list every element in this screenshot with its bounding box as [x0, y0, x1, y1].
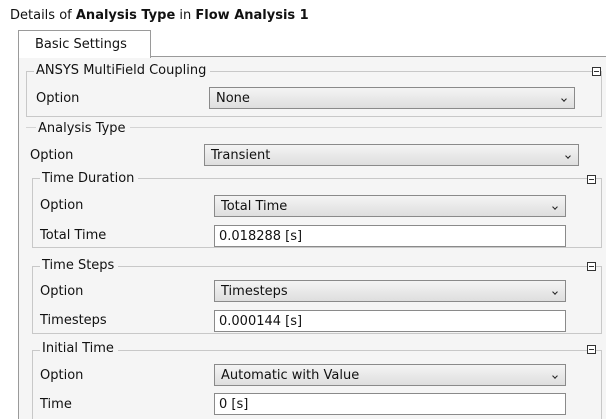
chevron-down-icon: [561, 96, 567, 102]
multifield-option-label: Option: [36, 91, 80, 106]
time-steps-title: Time Steps: [40, 258, 119, 273]
details-header: Details of Analysis Type in Flow Analysi…: [10, 8, 309, 23]
chevron-down-icon: [552, 289, 558, 295]
initial-time-option-select[interactable]: Automatic with Value: [214, 364, 566, 386]
chevron-down-icon: [552, 204, 558, 210]
total-time-value: 0.018288 [s]: [219, 229, 303, 244]
initial-time-title: Initial Time: [40, 341, 118, 356]
time-steps-option-value: Timesteps: [221, 284, 288, 299]
header-object: Analysis Type: [75, 8, 176, 23]
analysis-type-title: Analysis Type: [36, 121, 130, 136]
tab-basic-settings-label: Basic Settings: [35, 37, 127, 52]
time-steps-option-label: Option: [40, 284, 84, 299]
time-input[interactable]: 0 [s]: [214, 393, 566, 415]
time-value: 0 [s]: [219, 397, 249, 412]
collapse-icon[interactable]: [587, 345, 596, 354]
timesteps-value: 0.000144 [s]: [219, 314, 303, 329]
multifield-group-title: ANSYS MultiField Coupling: [34, 63, 211, 78]
collapse-icon[interactable]: [592, 67, 601, 76]
time-label: Time: [40, 397, 72, 412]
time-duration-option-select[interactable]: Total Time: [214, 195, 566, 217]
multifield-option-select[interactable]: None: [209, 87, 575, 109]
analysis-type-option-select[interactable]: Transient: [204, 144, 579, 166]
chevron-down-icon: [552, 373, 558, 379]
analysis-type-option-label: Option: [30, 148, 74, 163]
time-duration-option-label: Option: [40, 198, 84, 213]
timesteps-input[interactable]: 0.000144 [s]: [214, 310, 566, 332]
timesteps-label: Timesteps: [40, 313, 107, 328]
time-steps-option-select[interactable]: Timesteps: [214, 280, 566, 302]
initial-time-option-label: Option: [40, 368, 84, 383]
total-time-label: Total Time: [40, 228, 107, 243]
header-prefix: Details of: [10, 8, 76, 23]
time-duration-option-value: Total Time: [221, 199, 288, 214]
chevron-down-icon: [565, 153, 571, 159]
multifield-option-value: None: [216, 91, 250, 106]
total-time-input[interactable]: 0.018288 [s]: [214, 225, 566, 247]
header-middle: in: [175, 8, 196, 23]
time-duration-title: Time Duration: [40, 171, 139, 186]
collapse-icon[interactable]: [587, 262, 596, 271]
tab-basic-settings[interactable]: Basic Settings: [18, 30, 151, 58]
initial-time-option-value: Automatic with Value: [221, 368, 360, 383]
header-container: Flow Analysis 1: [195, 8, 309, 23]
analysis-type-option-value: Transient: [211, 148, 271, 163]
collapse-icon[interactable]: [587, 175, 596, 184]
